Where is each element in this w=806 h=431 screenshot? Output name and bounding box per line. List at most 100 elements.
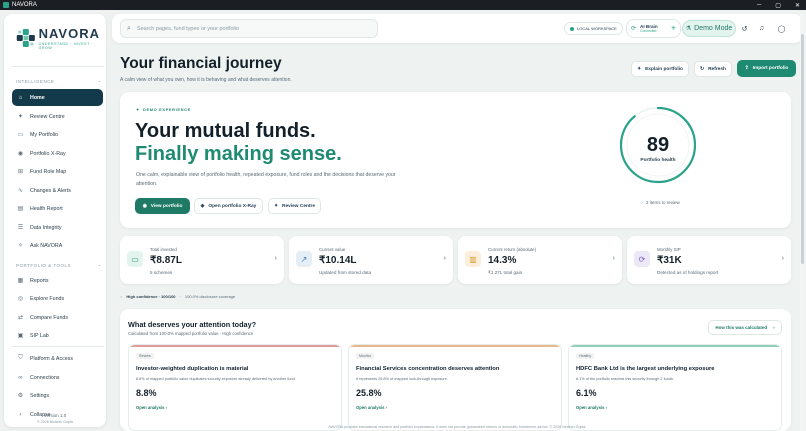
sidebar-item-sip-lab[interactable]: ▣ SIP Lab: [12, 327, 103, 344]
sidebar-item-ask-navora[interactable]: ✧ Ask NAVORA: [12, 237, 103, 254]
open-analysis-link[interactable]: Open analysis ›: [576, 405, 607, 410]
confidence-line: ◌ High confidence · 100/100 · 100.0% dis…: [120, 294, 235, 299]
sidebar-item-explore-funds[interactable]: ◎ Explore Funds: [12, 290, 103, 307]
review-centre-button[interactable]: ✦ Review Centre: [268, 198, 321, 214]
sidebar-item-changes-alerts[interactable]: ∿ Changes & Alerts: [12, 182, 103, 199]
brand-name: NAVORA: [38, 26, 100, 41]
separator: ·: [179, 294, 181, 299]
sidebar-item-review-centre[interactable]: ✦ Review Centre: [12, 108, 103, 125]
insight-tag: Healthy: [576, 353, 595, 359]
shield-check-icon: ◌: [120, 294, 123, 299]
link-label: Open analysis: [576, 405, 605, 410]
insight-title: Investor-weighted duplication is materia…: [136, 366, 249, 372]
chevron-right-icon: ›: [443, 255, 446, 262]
minimize-icon[interactable]: ─: [757, 2, 761, 9]
eye-icon: ◉: [17, 151, 24, 157]
sidebar-item-label: Home: [30, 94, 45, 101]
sidebar-item-label: Compare Funds: [30, 314, 68, 321]
sparkle-icon: ✦: [273, 203, 278, 209]
scrollbar[interactable]: [800, 14, 805, 431]
insight-accent-bar: [129, 345, 341, 347]
brand-logo[interactable]: NAVORA UNDERSTAND · INVEST · GROW: [16, 22, 100, 54]
scrollbar-thumb[interactable]: [801, 34, 804, 264]
chevron-right-icon: ›: [165, 405, 167, 410]
profile-button[interactable]: ◯: [775, 22, 788, 35]
repeat-icon: ⟳: [634, 251, 650, 267]
stat-card-current-return[interactable]: ▥ Current return (absolute) 14.3% ₹1.27L…: [458, 236, 622, 284]
chevron-right-icon: ›: [274, 255, 277, 262]
history-button[interactable]: ↺: [738, 22, 751, 35]
section-label: INTELLIGENCE: [16, 78, 55, 84]
sidebar-item-reports[interactable]: ▦ Reports: [12, 272, 103, 289]
sparkle-icon: ✦: [637, 66, 642, 72]
bell-icon: ♫: [758, 25, 765, 32]
insight-card-largest-exposure[interactable]: Healthy HDFC Bank Ltd is the largest und…: [568, 344, 782, 431]
how-calculated-button[interactable]: How this was calculated ›: [708, 320, 782, 335]
insight-card-concentration[interactable]: Monitor Financial Services concentration…: [348, 344, 562, 431]
explain-portfolio-button[interactable]: ✦ Explain portfolio: [631, 61, 689, 77]
button-label: View portfolio: [150, 203, 183, 209]
user-icon: ◯: [777, 25, 786, 33]
pulse-icon: ∿: [17, 188, 24, 194]
open-analysis-link[interactable]: Open analysis ›: [356, 405, 387, 410]
stat-card-current-value[interactable]: ↗ Current value ₹10.14L Updated from sto…: [289, 236, 453, 284]
section-header-portfolio-tools[interactable]: PORTFOLIO & TOOLS ⌄: [16, 262, 102, 268]
flask-icon: ⚗: [685, 26, 692, 32]
open-xray-button[interactable]: ◈ Open portfolio X-Ray: [194, 198, 263, 214]
insight-value: 25.8%: [356, 388, 382, 398]
sidebar-item-health-report[interactable]: ▤ Health Report: [12, 200, 103, 217]
sidebar-item-connections[interactable]: ∞ Connections: [12, 369, 103, 386]
upload-icon: ⇪: [744, 66, 749, 71]
sidebar-item-my-portfolio[interactable]: ▭ My Portfolio: [12, 126, 103, 143]
ai-brain-icon: ⟳: [631, 26, 637, 32]
view-portfolio-button[interactable]: ◉ View portfolio: [135, 198, 190, 214]
sidebar-item-platform-access[interactable]: ⛉ Platform & Access: [12, 350, 103, 367]
report-icon: ▦: [17, 278, 24, 284]
insight-value: 6.1%: [576, 388, 597, 398]
page-subtitle: A calm view of what you own, how it is b…: [120, 77, 292, 83]
search-input[interactable]: [136, 25, 367, 32]
refresh-button[interactable]: ↻ Refresh: [694, 61, 732, 77]
stat-card-total-invested[interactable]: ▭ Total invested ₹8.87L 5 schemes ›: [120, 236, 284, 284]
ai-brain-status[interactable]: ⟳ AI Brain Connected ✳: [626, 19, 681, 38]
import-portfolio-button[interactable]: ⇪ Import portfolio: [737, 60, 796, 77]
stat-card-monthly-sip[interactable]: ⟳ Monthly SIP ₹31K Detected as of holdin…: [627, 236, 791, 284]
open-analysis-link[interactable]: Open analysis ›: [136, 405, 167, 410]
demo-mode-toggle[interactable]: ⚗ Demo Mode: [682, 20, 736, 37]
chevron-right-icon: ›: [605, 405, 607, 410]
stat-value: ₹8.87L: [150, 255, 182, 266]
logo-mark-icon: [16, 28, 35, 48]
sidebar-item-label: Fund Role Map: [30, 168, 67, 175]
section-label: PORTFOLIO & TOOLS: [16, 262, 72, 268]
health-label: Portfolio health: [640, 158, 676, 163]
notifications-button[interactable]: ♫: [755, 22, 768, 35]
search-box[interactable]: ⌕: [120, 19, 378, 38]
window-title: NAVORA: [12, 2, 37, 8]
insight-description: It represents 25.8% of mapped look-throu…: [356, 377, 448, 381]
sidebar-item-label: Platform & Access: [30, 355, 73, 362]
section-header-intelligence[interactable]: INTELLIGENCE ⌄: [16, 78, 102, 84]
close-icon[interactable]: ✕: [795, 2, 800, 9]
gear-icon: ⚙: [17, 393, 24, 399]
sidebar-item-fund-role-map[interactable]: ⊞ Fund Role Map: [12, 163, 103, 180]
confidence-label: High confidence · 100/100: [126, 294, 176, 299]
items-to-review[interactable]: ◌ 2 items to review: [630, 200, 690, 205]
sidebar-item-settings[interactable]: ⚙ Settings: [12, 387, 103, 404]
brand-tagline: UNDERSTAND · INVEST · GROW: [38, 42, 94, 50]
sidebar-item-label: Data Integrity: [30, 224, 62, 231]
stat-note: ₹1.27L total gain: [488, 270, 523, 275]
divider: [12, 346, 104, 347]
insight-card-duplication[interactable]: Review Investor-weighted duplication is …: [128, 344, 342, 431]
insight-tag: Monitor: [356, 353, 374, 359]
version-label: Version 1.0: [43, 413, 67, 418]
sidebar-item-compare-funds[interactable]: ⇄ Compare Funds: [12, 309, 103, 326]
maximize-icon[interactable]: ▢: [775, 2, 781, 9]
sidebar-item-home[interactable]: ⌂ Home: [12, 89, 103, 106]
sidebar-item-portfolio-xray[interactable]: ◉ Portfolio X-Ray: [12, 145, 103, 162]
compass-icon: ◎: [17, 296, 24, 302]
sparkle-icon: ✦: [136, 107, 140, 112]
bar-chart-icon: ▥: [465, 251, 481, 267]
database-icon: ☰: [17, 225, 24, 231]
chevron-right-icon: ›: [385, 405, 387, 410]
sidebar-item-data-integrity[interactable]: ☰ Data Integrity: [12, 219, 103, 236]
